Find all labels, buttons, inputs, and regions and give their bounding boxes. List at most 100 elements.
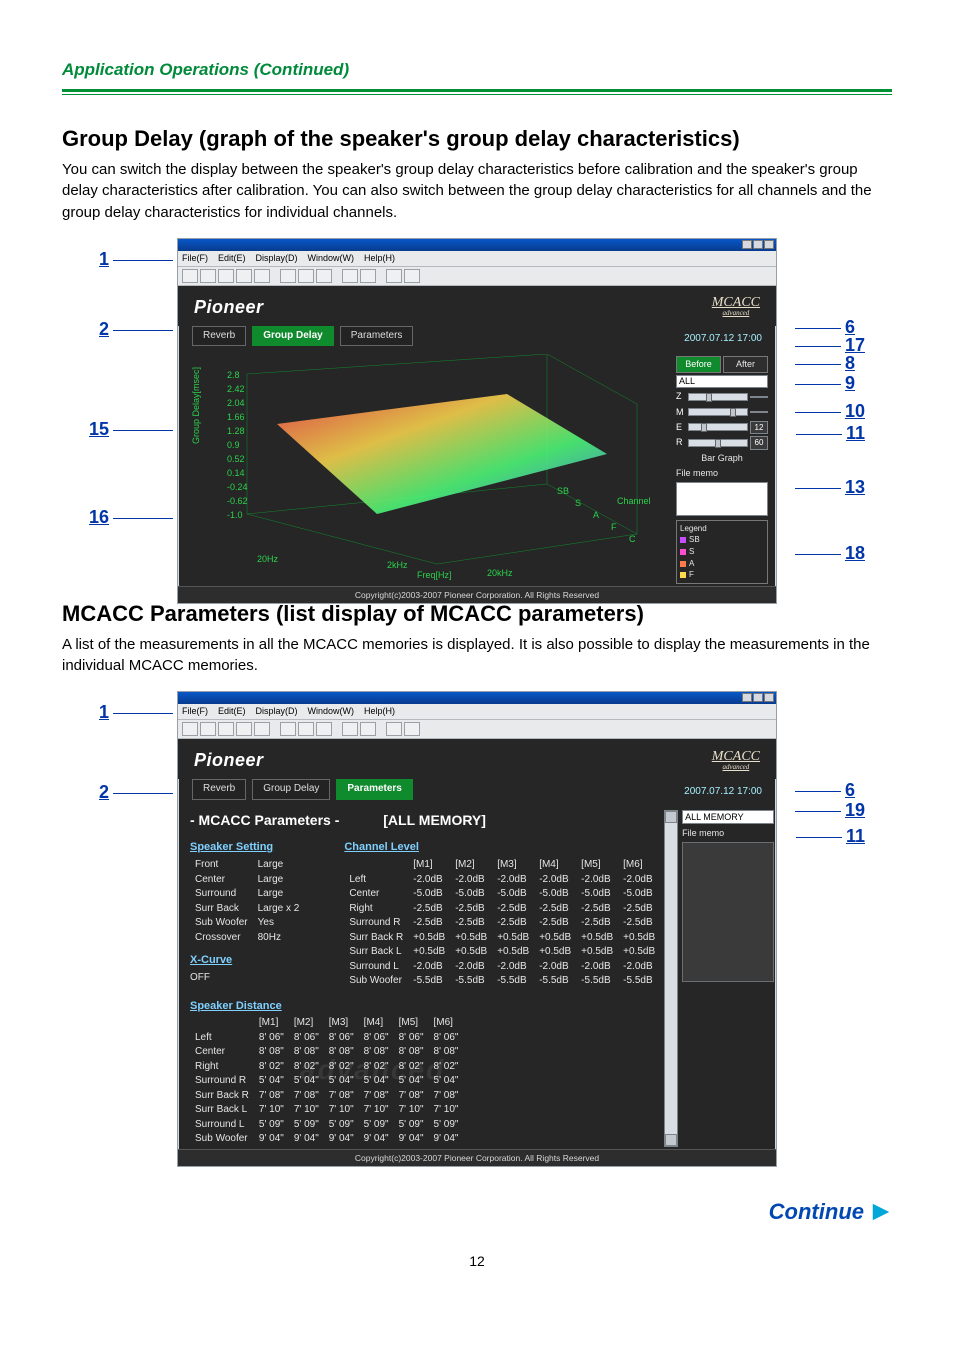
callout-15[interactable]: 15 [89, 416, 177, 442]
toolbar-button[interactable] [342, 269, 358, 283]
toolbar-button[interactable] [386, 722, 402, 736]
toolbar-button[interactable] [200, 269, 216, 283]
callout-label: 2 [99, 319, 109, 339]
file-memo-label: File memo [682, 827, 774, 840]
callout-11[interactable]: 11 [792, 420, 865, 446]
menu-window[interactable]: Window(W) [308, 705, 355, 718]
m-slider[interactable]: M [676, 406, 768, 419]
xcurve-title: X-Curve [190, 953, 304, 969]
toolbar-button[interactable] [316, 722, 332, 736]
scrollbar[interactable] [664, 810, 678, 1147]
continue-link[interactable]: Continue [769, 1196, 892, 1228]
callout-2b[interactable]: 2 [99, 779, 177, 805]
toolbar-button[interactable] [236, 722, 252, 736]
scroll-up-icon[interactable] [665, 811, 677, 823]
toolbar-button[interactable] [404, 722, 420, 736]
callout-16[interactable]: 16 [89, 504, 177, 530]
toolbar-button[interactable] [280, 722, 296, 736]
toolbar-button[interactable] [280, 269, 296, 283]
menu-file[interactable]: File(F) [182, 252, 208, 265]
menu-help[interactable]: Help(H) [364, 705, 395, 718]
toolbar-button[interactable] [200, 722, 216, 736]
head-rule [62, 89, 892, 95]
svg-text:20kHz: 20kHz [487, 568, 513, 578]
statusbar: Copyright(c)2003-2007 Pioneer Corporatio… [178, 1149, 776, 1166]
menu-edit[interactable]: Edit(E) [218, 705, 246, 718]
tab-reverb[interactable]: Reverb [192, 779, 246, 800]
toolbar-button[interactable] [404, 269, 420, 283]
file-memo-field[interactable] [682, 842, 774, 982]
minimize-button[interactable] [742, 240, 752, 249]
close-button[interactable] [764, 240, 774, 249]
maximize-button[interactable] [753, 240, 763, 249]
menu-file[interactable]: File(F) [182, 705, 208, 718]
toolbar-button[interactable] [316, 269, 332, 283]
titlebar[interactable] [178, 692, 776, 704]
minimize-button[interactable] [742, 693, 752, 702]
callout-13[interactable]: 13 [791, 474, 865, 500]
pioneer-logo: Pioneer [194, 294, 264, 320]
menu-edit[interactable]: Edit(E) [218, 252, 246, 265]
callout-9[interactable]: 9 [791, 370, 855, 396]
figure1-wrap: 1 2 15 16 6 17 8 9 10 11 13 18 [117, 238, 837, 568]
menu-help[interactable]: Help(H) [364, 252, 395, 265]
statusbar: Copyright(c)2003-2007 Pioneer Corporatio… [178, 586, 776, 603]
toolbar-button[interactable] [218, 269, 234, 283]
page-number: 12 [62, 1251, 892, 1271]
z-slider[interactable]: Z [676, 390, 768, 403]
tab-parameters[interactable]: Parameters [336, 779, 412, 800]
running-head: Application Operations (Continued) [62, 58, 892, 83]
timestamp: 2007.07.12 17:00 [684, 332, 762, 347]
callout-label: 1 [99, 249, 109, 269]
speaker-setting-title: Speaker Setting [190, 840, 304, 856]
channel-select[interactable]: ALL [676, 375, 768, 388]
section1-heading: Group Delay (graph of the speaker's grou… [62, 123, 892, 155]
toolbar-button[interactable] [254, 722, 270, 736]
group-delay-3d-plot[interactable]: 2.8 2.42 2.04 1.66 1.28 0.9 0.52 0.14 -0… [182, 354, 672, 584]
after-button[interactable]: After [723, 356, 768, 373]
callout-11b[interactable]: 11 [792, 823, 865, 849]
toolbar-button[interactable] [236, 269, 252, 283]
callout-2[interactable]: 2 [99, 316, 177, 342]
menu-window[interactable]: Window(W) [308, 252, 355, 265]
callout-19[interactable]: 19 [791, 797, 865, 823]
callout-1[interactable]: 1 [99, 246, 177, 272]
titlebar[interactable] [178, 239, 776, 251]
toolbar-button[interactable] [360, 722, 376, 736]
svg-text:0.14: 0.14 [227, 468, 245, 478]
scroll-down-icon[interactable] [665, 1134, 677, 1146]
e-slider[interactable]: E12 [676, 421, 768, 435]
toolbar-button[interactable] [386, 269, 402, 283]
before-button[interactable]: Before [676, 356, 721, 373]
svg-text:F: F [611, 522, 617, 532]
file-memo-field[interactable] [676, 482, 768, 516]
r-slider[interactable]: R60 [676, 436, 768, 450]
svg-text:S: S [575, 498, 581, 508]
menubar: File(F) Edit(E) Display(D) Window(W) Hel… [178, 251, 776, 266]
toolbar-button[interactable] [182, 269, 198, 283]
toolbar-button[interactable] [218, 722, 234, 736]
toolbar-button[interactable] [254, 269, 270, 283]
toolbar-button[interactable] [342, 722, 358, 736]
tab-group-delay[interactable]: Group Delay [252, 326, 333, 347]
toolbar-button[interactable] [298, 722, 314, 736]
pioneer-logo: Pioneer [194, 747, 264, 773]
svg-text:Freq[Hz]: Freq[Hz] [417, 570, 452, 580]
close-button[interactable] [764, 693, 774, 702]
app-window-mcacc-params: File(F) Edit(E) Display(D) Window(W) Hel… [177, 691, 777, 1167]
svg-text:20Hz: 20Hz [257, 554, 279, 564]
tab-group-delay[interactable]: Group Delay [252, 779, 330, 800]
memory-select[interactable]: ALL MEMORY [682, 810, 774, 824]
menu-display[interactable]: Display(D) [256, 705, 298, 718]
toolbar-button[interactable] [182, 722, 198, 736]
tab-reverb[interactable]: Reverb [192, 326, 246, 347]
maximize-button[interactable] [753, 693, 763, 702]
bar-graph-button[interactable]: Bar Graph [676, 452, 768, 465]
toolbar-button[interactable] [360, 269, 376, 283]
callout-18[interactable]: 18 [791, 540, 865, 566]
speaker-distance-title: Speaker Distance [190, 999, 660, 1015]
tab-parameters[interactable]: Parameters [340, 326, 414, 347]
callout-1b[interactable]: 1 [99, 699, 177, 725]
toolbar-button[interactable] [298, 269, 314, 283]
menu-display[interactable]: Display(D) [256, 252, 298, 265]
